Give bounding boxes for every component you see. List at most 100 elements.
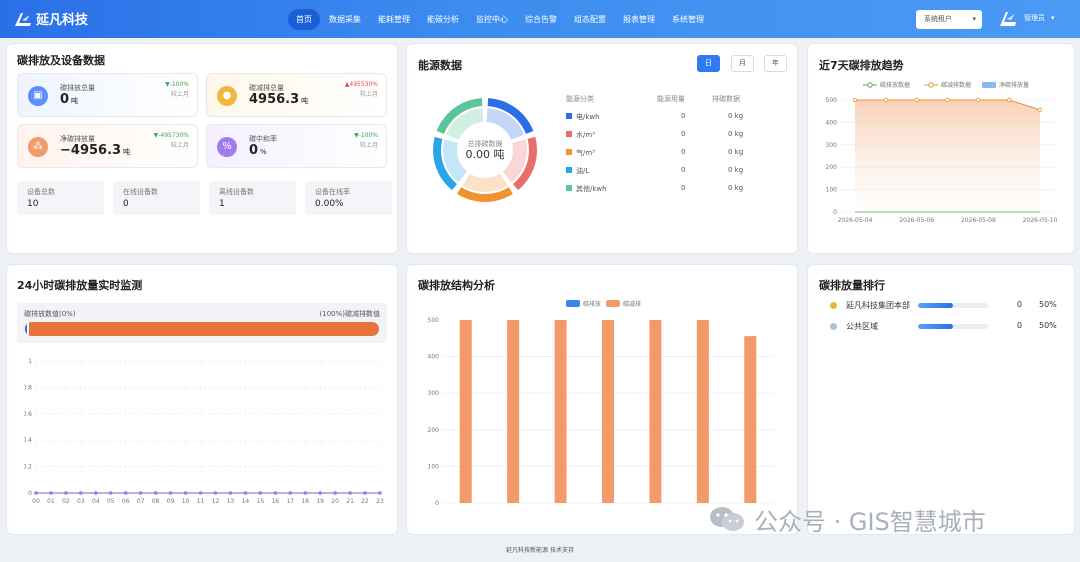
x-tick-label: 03	[77, 498, 85, 505]
energy-header-type: 能源分类	[566, 95, 594, 103]
stat-icon: ⁂	[28, 137, 48, 157]
realtime-point[interactable]	[168, 491, 173, 495]
realtime-point[interactable]	[318, 491, 322, 495]
realtime-point[interactable]	[258, 491, 263, 495]
realtime-point[interactable]	[138, 491, 143, 495]
realtime-chart: 0 0.2 0.4 0.6 0.8 1 00 01 02 03 04 05 06 07 08 09 10 11 12…	[24, 358, 384, 505]
energy-type-label: 其他/kwh	[576, 185, 607, 193]
reduction-point[interactable]	[945, 97, 950, 103]
reduction-bar[interactable]	[649, 320, 662, 503]
energy-usage: 0	[681, 112, 686, 120]
x-tick-label: 18	[301, 498, 309, 505]
stat-value-number: −4956.3	[60, 143, 122, 158]
nav-item[interactable]: 能耗管理	[370, 9, 418, 30]
x-tick-label: 02	[62, 498, 70, 505]
realtime-point[interactable]	[198, 491, 203, 495]
energy-donut-chart: 总排碳数据 0.00 吨	[433, 98, 537, 202]
rank-percent: 50%	[1039, 321, 1057, 330]
y-tick-label: 300	[826, 142, 838, 149]
reduction-bar[interactable]	[696, 320, 709, 503]
tenant-select[interactable]: 系统租户 ▾	[916, 10, 982, 29]
nav-item[interactable]: 数据采集	[321, 9, 369, 30]
reduction-point[interactable]	[1037, 107, 1043, 113]
realtime-point[interactable]	[108, 491, 113, 495]
nav-item[interactable]: 报表管理	[615, 9, 663, 30]
period-year-button[interactable]: 年	[764, 55, 787, 72]
legend-label[interactable]: 碳排放	[583, 300, 601, 308]
nav-item[interactable]: 能碳分析	[419, 9, 467, 30]
energy-carbon: 0 kg	[728, 112, 744, 120]
top-header: 延凡科技 首页 数据采集 能耗管理 能碳分析 监控中心 综合告警 组态配置 报表管理 系统管理 …	[0, 0, 1080, 38]
y-tick-label: 0.4	[24, 437, 32, 444]
realtime-point[interactable]	[34, 491, 38, 495]
energy-usage: 0	[681, 148, 686, 156]
realtime-point[interactable]	[123, 491, 128, 495]
energy-type: 其他/kwh	[566, 184, 607, 193]
period-month-button[interactable]: 月	[731, 55, 754, 72]
nav-item[interactable]: 综合告警	[517, 9, 565, 30]
x-tick-label: 04	[92, 498, 100, 505]
realtime-point[interactable]	[213, 491, 218, 495]
realtime-point[interactable]	[243, 491, 248, 495]
nav-item[interactable]: 监控中心	[468, 9, 516, 30]
nav-item[interactable]: 首页	[288, 9, 320, 30]
energy-usage: 0	[681, 130, 686, 138]
reduction-bar[interactable]	[744, 336, 757, 503]
y-tick-label: 0	[435, 500, 439, 507]
realtime-point[interactable]	[378, 491, 382, 495]
app-logo[interactable]: 延凡科技	[14, 9, 88, 28]
device-stat-value: 1	[219, 199, 225, 209]
stat-compare-label: 较上月	[359, 91, 378, 98]
device-stat-label: 在线设备数	[123, 188, 158, 196]
user-menu[interactable]: 管理员 ▾	[998, 9, 1055, 27]
realtime-point[interactable]	[288, 491, 293, 495]
realtime-point[interactable]	[348, 491, 352, 495]
realtime-point[interactable]	[363, 491, 367, 495]
realtime-point[interactable]	[64, 491, 68, 495]
x-tick-label: 13	[227, 498, 235, 505]
reduction-bar[interactable]	[602, 320, 614, 503]
reduction-bar[interactable]	[459, 320, 472, 503]
rank-bar	[918, 324, 988, 329]
rank-row[interactable]: 延凡科技集团本部 0 50%	[830, 300, 1060, 312]
y-tick-label: 400	[826, 119, 838, 126]
reduction-point[interactable]	[1006, 97, 1012, 103]
period-day-button[interactable]: 日	[697, 55, 720, 72]
reduction-bar[interactable]	[554, 320, 567, 503]
stat-unit: 吨	[301, 97, 309, 105]
energy-usage: 0	[681, 166, 686, 174]
realtime-point[interactable]	[79, 491, 83, 495]
y-tick-label: 200	[826, 164, 838, 171]
reduction-point[interactable]	[883, 97, 889, 103]
ratio-bar	[25, 322, 379, 336]
ratio-box: 碳排放数值(0%) (100%)碳减排数值	[17, 303, 387, 343]
legend-swatch	[982, 82, 996, 88]
energy-type: 油/L	[566, 166, 589, 175]
realtime-point[interactable]	[49, 491, 53, 495]
stat-icon: %	[217, 137, 237, 157]
realtime-point[interactable]	[303, 491, 308, 495]
energy-type-label: 油/L	[576, 167, 590, 175]
footer-text: 延凡科技新能源 技术支持	[506, 547, 574, 554]
energy-carbon: 0 kg	[728, 148, 744, 156]
rank-row[interactable]: 公共区域 0 50%	[830, 321, 1060, 333]
legend-label[interactable]: 净碳排放量	[999, 81, 1029, 89]
x-tick-label: 07	[137, 498, 145, 505]
realtime-point[interactable]	[273, 491, 278, 495]
x-tick-label: 11	[197, 498, 205, 505]
legend-label[interactable]: 碳减排数据	[941, 81, 971, 89]
realtime-point[interactable]	[183, 491, 188, 495]
reduction-point[interactable]	[976, 97, 981, 103]
reduction-point[interactable]	[914, 97, 919, 103]
x-tick-label: 10	[182, 498, 190, 505]
reduction-point[interactable]	[852, 97, 858, 103]
reduction-bar[interactable]	[507, 320, 520, 503]
realtime-point[interactable]	[333, 491, 337, 495]
nav-item[interactable]: 组态配置	[566, 9, 614, 30]
legend-label[interactable]: 碳排放数据	[880, 81, 910, 89]
nav-item[interactable]: 系统管理	[664, 9, 712, 30]
legend-label[interactable]: 碳减排	[623, 300, 641, 308]
realtime-point[interactable]	[153, 491, 158, 495]
realtime-point[interactable]	[94, 491, 98, 495]
realtime-point[interactable]	[228, 491, 233, 495]
